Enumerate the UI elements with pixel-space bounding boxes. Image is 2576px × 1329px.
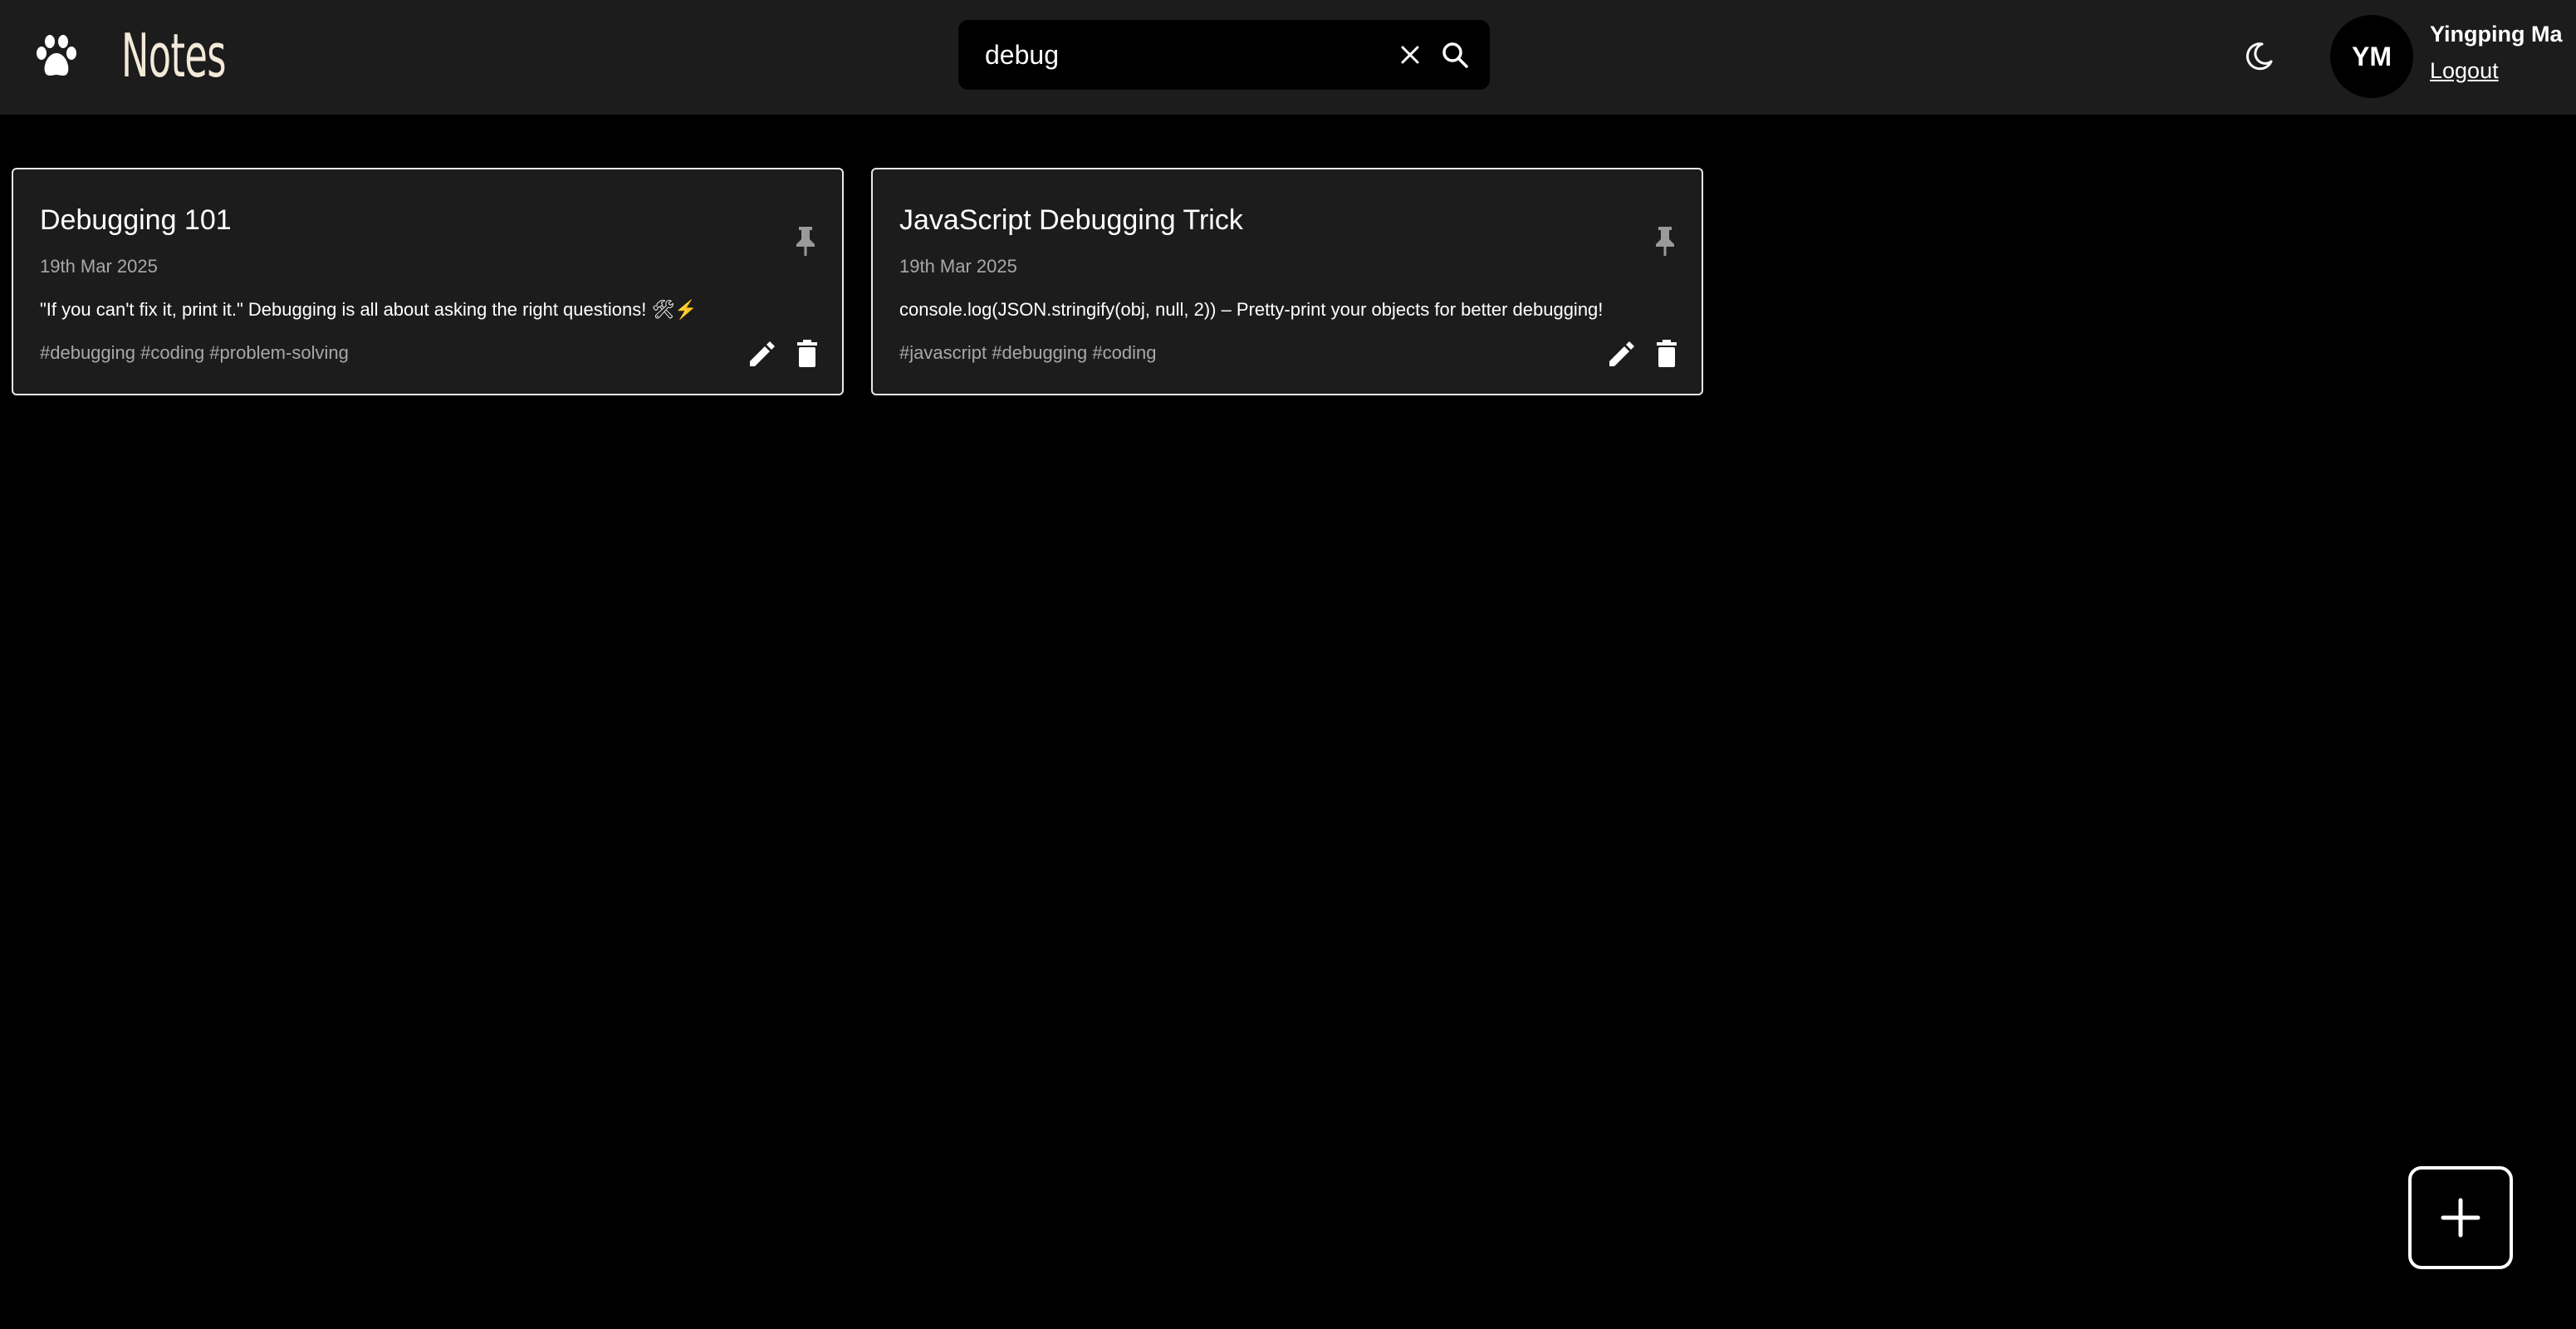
edit-icon[interactable] [1607,339,1637,369]
search-input[interactable] [985,20,1383,90]
note-content: "If you can't fix it, print it." Debuggi… [40,299,698,320]
add-note-button[interactable] [2408,1166,2513,1269]
top-navbar: Notes YM Yingping Ma Logout [0,0,2576,115]
search-bar [958,20,1490,90]
plus-icon [2441,1198,2481,1238]
note-tags: #javascript #debugging #coding [899,342,1157,363]
avatar[interactable]: YM [2330,15,2413,98]
note-content: console.log(JSON.stringify(obj, null, 2)… [899,299,1604,320]
note-tags: #debugging #coding #problem-solving [40,342,349,363]
moon-icon[interactable] [2242,40,2275,73]
trash-icon[interactable] [1655,339,1678,369]
pin-icon[interactable] [1652,224,1678,257]
edit-icon[interactable] [747,339,777,369]
paw-icon[interactable] [33,33,80,80]
note-date: 19th Mar 2025 [40,256,158,277]
note-card[interactable]: JavaScript Debugging Trick 19th Mar 2025… [871,168,1703,395]
user-name: Yingping Ma [2430,22,2563,47]
logout-link[interactable]: Logout [2430,58,2499,84]
search-icon[interactable] [1440,40,1470,70]
close-icon[interactable] [1397,42,1423,68]
note-card[interactable]: Debugging 101 19th Mar 2025 "If you can'… [12,168,844,395]
pin-icon[interactable] [792,224,819,257]
note-date: 19th Mar 2025 [899,256,1017,277]
note-title: Debugging 101 [40,204,232,236]
note-title: JavaScript Debugging Trick [899,204,1243,236]
app-title: Notes [121,21,226,91]
trash-icon[interactable] [796,339,819,369]
